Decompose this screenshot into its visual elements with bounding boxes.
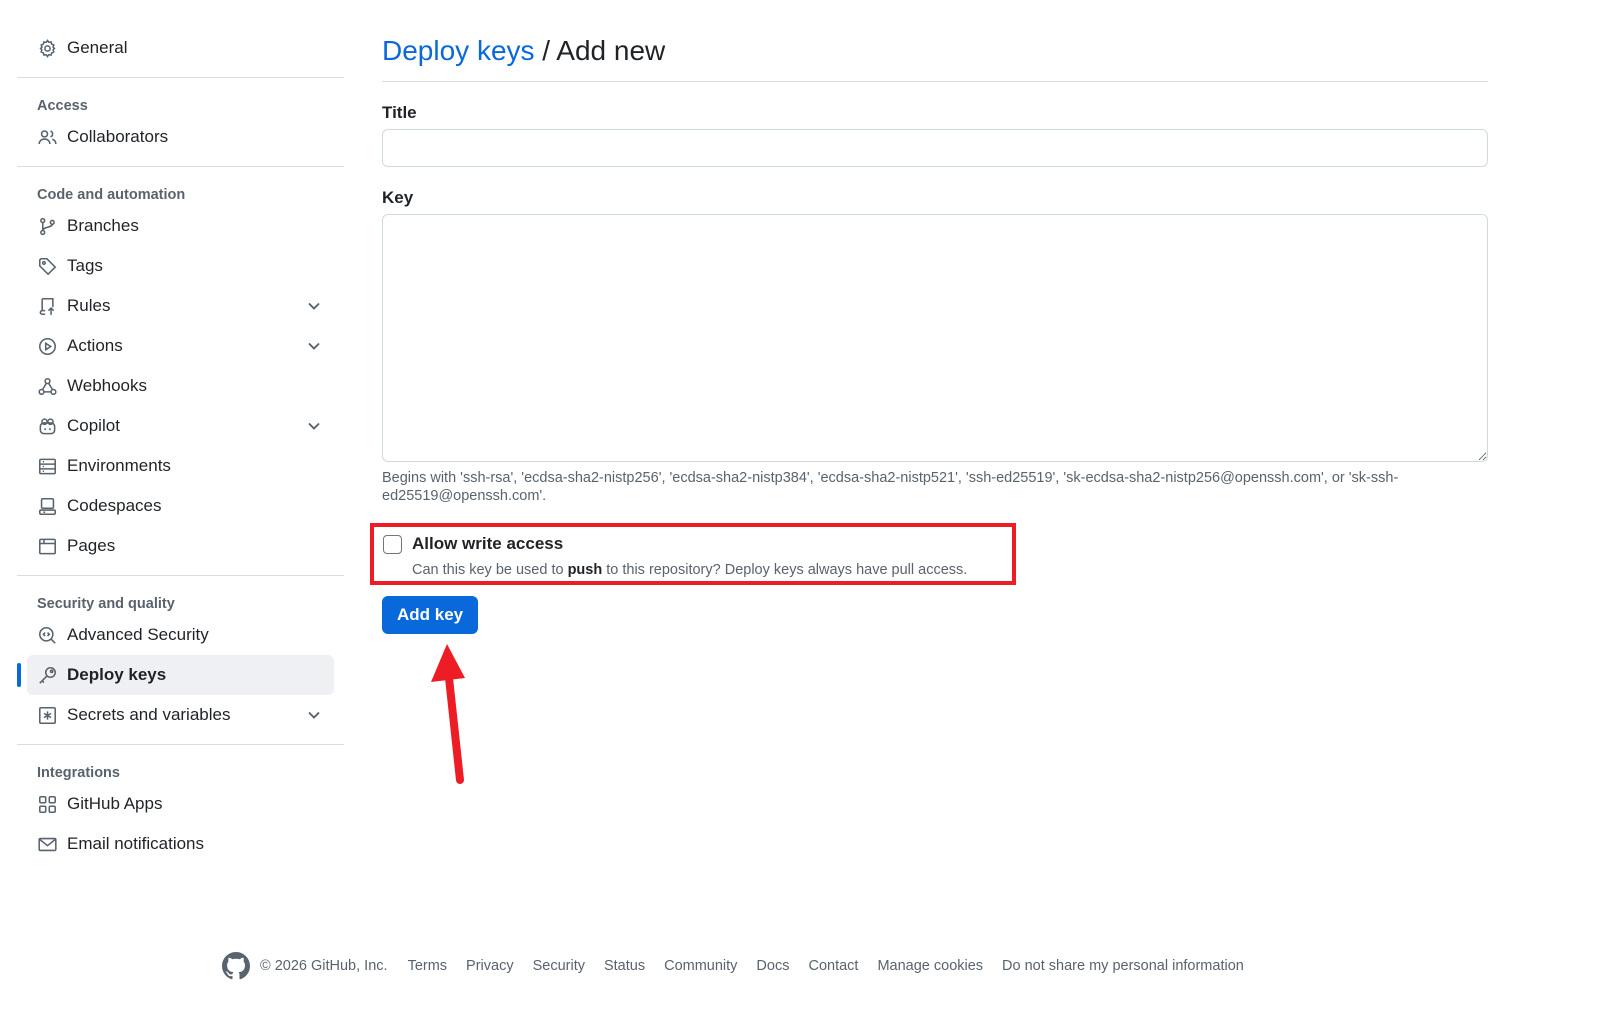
webhook-icon	[37, 376, 57, 396]
group-title-security: Security and quality	[37, 596, 175, 612]
breadcrumb-deploy-keys-link[interactable]: Deploy keys	[382, 35, 535, 66]
sidebar-item-label: Actions	[67, 336, 123, 355]
active-indicator	[17, 663, 21, 687]
key-asterisk-icon	[37, 705, 57, 725]
copilot-icon	[37, 416, 57, 436]
page-title: Deploy keys / Add new	[382, 28, 1488, 81]
key-icon	[37, 665, 57, 685]
tag-icon	[37, 256, 57, 276]
footer-link-community[interactable]: Community	[664, 958, 737, 974]
title-label: Title	[382, 103, 417, 122]
key-format-hint: Begins with 'ssh-rsa', 'ecdsa-sha2-nistp…	[382, 470, 1399, 504]
group-title-access: Access	[37, 98, 88, 114]
apps-icon	[37, 794, 57, 814]
settings-sidebar: General Access Collaborators Code and au…	[17, 28, 344, 864]
footer-link-manage-cookies[interactable]: Manage cookies	[877, 958, 983, 974]
sidebar-item-label: Rules	[67, 296, 111, 315]
people-icon	[37, 127, 57, 147]
sidebar-item-label: Environments	[67, 456, 171, 475]
sidebar-item-general[interactable]: General	[27, 28, 334, 68]
write-access-highlight: Allow write access Can this key be used …	[370, 523, 1016, 585]
write-access-description: Can this key be used to push to this rep…	[412, 562, 967, 578]
write-access-desc-text: to this repository? Deploy keys always h…	[602, 562, 968, 578]
chevron-down-icon[interactable]	[304, 336, 324, 356]
sidebar-item-label: Deploy keys	[67, 665, 167, 684]
git-branch-icon	[37, 216, 57, 236]
add-key-button[interactable]: Add key	[382, 596, 479, 634]
sidebar-item-pages[interactable]: Pages	[27, 526, 334, 566]
footer-link-do-not-share[interactable]: Do not share my personal information	[1002, 958, 1244, 974]
footer-link-status[interactable]: Status	[604, 958, 645, 974]
group-title-code: Code and automation	[37, 187, 186, 203]
play-icon	[37, 336, 57, 356]
sidebar-item-secrets[interactable]: Secrets and variables	[27, 695, 334, 735]
sidebar-item-label: Branches	[67, 216, 139, 235]
sidebar-item-label: Email notifications	[67, 834, 205, 853]
write-access-desc-text: Can this key be used to	[412, 562, 568, 578]
sidebar-item-webhooks[interactable]: Webhooks	[27, 366, 334, 406]
divider	[17, 77, 344, 78]
breadcrumb-current: / Add new	[534, 35, 666, 66]
group-title-integrations: Integrations	[37, 765, 120, 781]
write-access-checkbox[interactable]	[383, 535, 402, 554]
sidebar-item-actions[interactable]: Actions	[27, 326, 334, 366]
footer-link-security[interactable]: Security	[533, 958, 585, 974]
divider	[17, 744, 344, 745]
main-content: Deploy keys / Add new Title Key Begins w…	[370, 28, 1488, 634]
title-input[interactable]	[382, 129, 1488, 167]
sidebar-item-label: GitHub Apps	[67, 794, 163, 813]
sidebar-item-tags[interactable]: Tags	[27, 246, 334, 286]
divider	[17, 575, 344, 576]
sidebar-item-advanced-security[interactable]: Advanced Security	[27, 615, 334, 655]
footer-link-privacy[interactable]: Privacy	[466, 958, 514, 974]
write-access-label[interactable]: Allow write access	[412, 534, 563, 554]
sidebar-item-deploy-keys[interactable]: Deploy keys	[17, 655, 334, 695]
sidebar-item-label: Collaborators	[67, 127, 169, 146]
sidebar-item-label: Codespaces	[67, 496, 162, 515]
sidebar-item-collaborators[interactable]: Collaborators	[27, 117, 334, 157]
key-textarea[interactable]	[382, 214, 1488, 462]
footer-link-terms[interactable]: Terms	[408, 958, 447, 974]
sidebar-item-label: Advanced Security	[67, 625, 209, 644]
sidebar-item-github-apps[interactable]: GitHub Apps	[27, 784, 334, 824]
sidebar-item-label: General	[67, 38, 128, 57]
browser-icon	[37, 536, 57, 556]
repo-push-icon	[37, 296, 57, 316]
sidebar-item-label: Pages	[67, 536, 116, 555]
chevron-down-icon[interactable]	[304, 296, 324, 316]
footer-copyright: © 2026 GitHub, Inc.	[260, 958, 388, 974]
gear-icon	[37, 38, 57, 58]
sidebar-item-rules[interactable]: Rules	[27, 286, 334, 326]
key-label: Key	[382, 188, 414, 207]
annotation-arrow-icon	[431, 644, 465, 784]
sidebar-item-copilot[interactable]: Copilot	[27, 406, 334, 446]
server-icon	[37, 456, 57, 476]
write-access-desc-bold: push	[567, 562, 603, 578]
sidebar-item-environments[interactable]: Environments	[27, 446, 334, 486]
mail-icon	[37, 834, 57, 854]
footer: © 2026 GitHub, Inc. Terms Privacy Securi…	[222, 952, 1263, 980]
chevron-down-icon[interactable]	[304, 705, 324, 725]
chevron-down-icon[interactable]	[304, 416, 324, 436]
footer-link-docs[interactable]: Docs	[756, 958, 789, 974]
divider	[17, 166, 344, 167]
sidebar-item-branches[interactable]: Branches	[27, 206, 334, 246]
footer-link-contact[interactable]: Contact	[808, 958, 858, 974]
sidebar-item-label: Copilot	[67, 416, 120, 435]
sidebar-item-label: Secrets and variables	[67, 705, 231, 724]
codescan-icon	[37, 625, 57, 645]
sidebar-item-label: Tags	[67, 256, 103, 275]
sidebar-item-codespaces[interactable]: Codespaces	[27, 486, 334, 526]
sidebar-item-email-notifications[interactable]: Email notifications	[27, 824, 334, 864]
sidebar-item-label: Webhooks	[67, 376, 148, 395]
divider	[382, 81, 1488, 82]
github-mark-icon[interactable]	[222, 952, 250, 980]
codespaces-icon	[37, 496, 57, 516]
